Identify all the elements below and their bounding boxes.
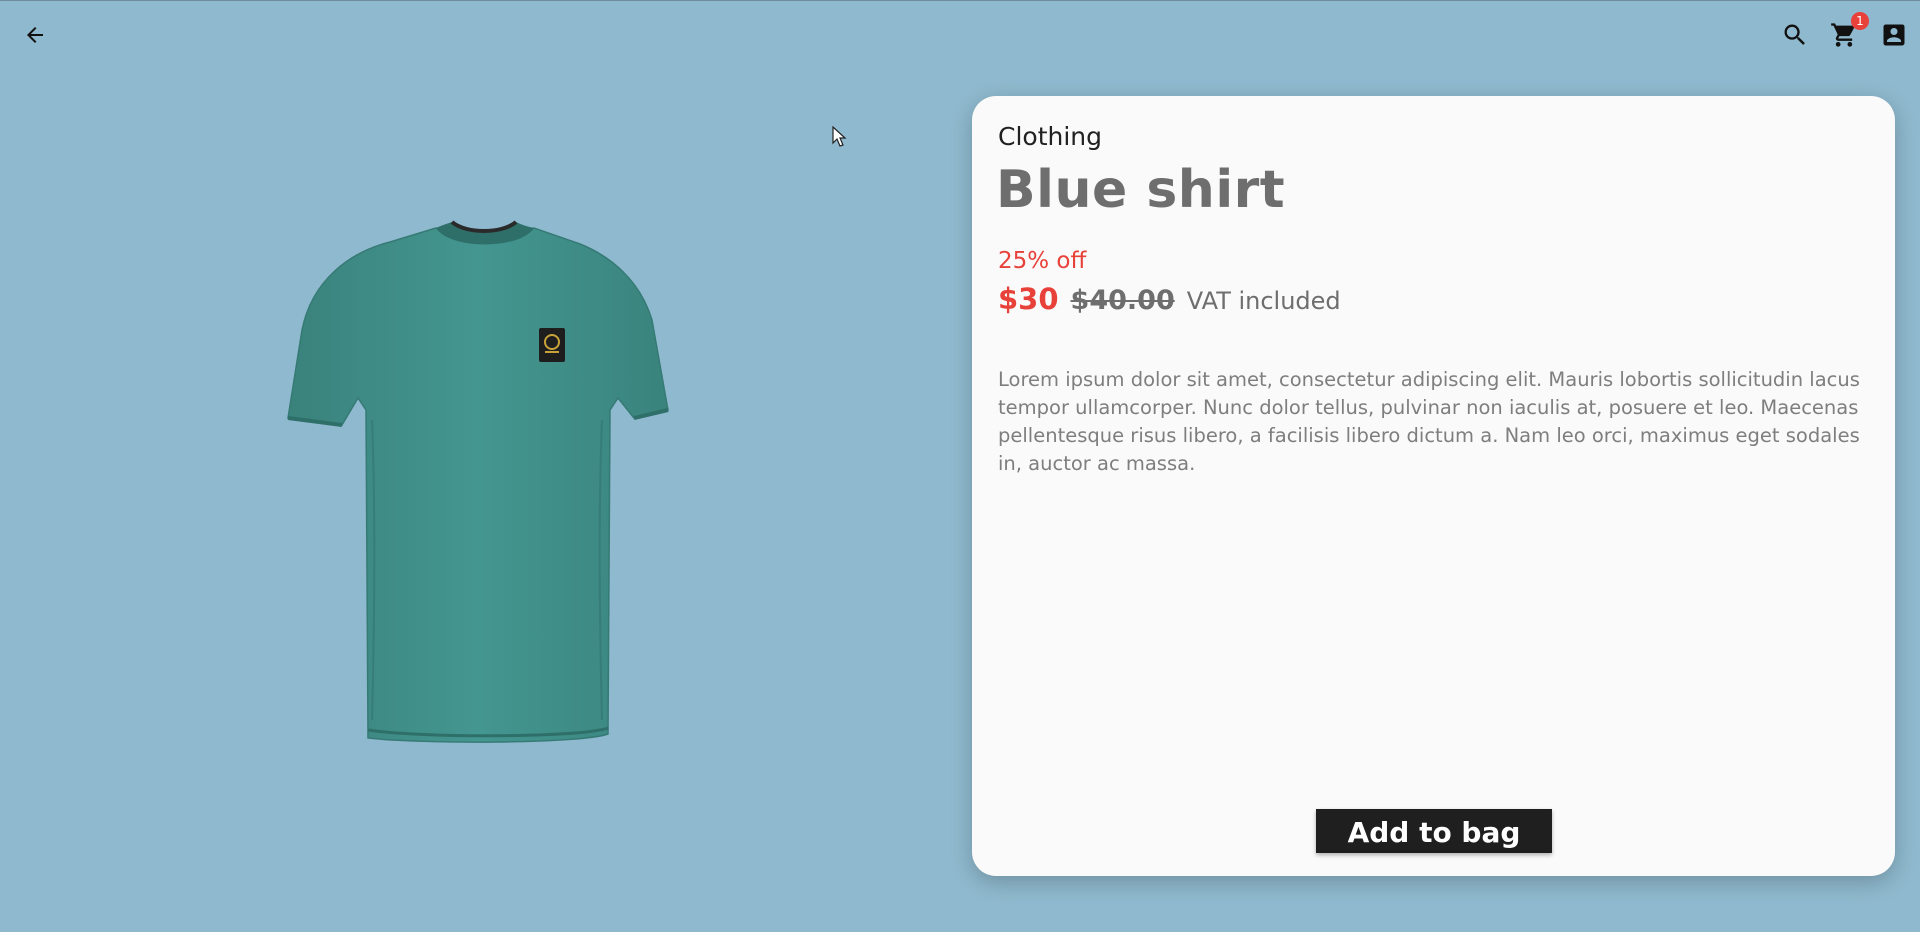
product-details-card: Clothing Blue shirt 25% off $30 $40.00 V… — [972, 96, 1895, 876]
arrow-back-icon — [27, 27, 43, 43]
product-description: Lorem ipsum dolor sit amet, consectetur … — [998, 368, 1860, 475]
discount-label: 25% off — [998, 248, 1087, 274]
account-box-icon — [1883, 24, 1905, 46]
account-button[interactable] — [1876, 17, 1912, 53]
mouse-cursor-icon — [832, 126, 847, 147]
original-price: $40.00 — [1070, 285, 1175, 316]
product-title: Blue shirt — [996, 160, 1286, 220]
vat-note: VAT included — [1186, 287, 1341, 315]
cart-count-badge: 1 — [1851, 12, 1869, 30]
search-icon — [1784, 24, 1805, 45]
app-bar: 1 — [0, 0, 1920, 70]
back-button[interactable] — [17, 17, 53, 53]
current-price: $30 — [998, 282, 1059, 316]
price-row: $30 $40.00 VAT included — [998, 282, 1341, 316]
tshirt-image — [287, 220, 669, 743]
add-to-bag-button[interactable]: Add to bag — [1316, 809, 1552, 853]
product-category: Clothing — [998, 122, 1103, 151]
cart-button[interactable]: 1 — [1826, 12, 1869, 53]
search-button[interactable] — [1777, 17, 1813, 53]
